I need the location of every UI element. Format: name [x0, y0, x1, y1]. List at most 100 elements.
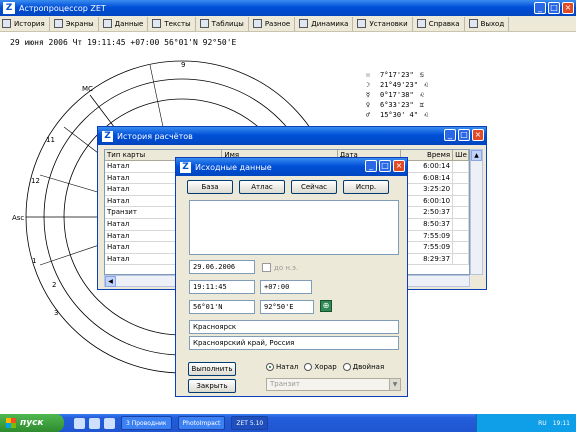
taskbar: пуск 3 Проводник PhotoImpact ZET 5.10 RU… [0, 414, 576, 432]
menu-item-label: Тексты [164, 19, 191, 28]
radio-selected-icon[interactable] [266, 363, 274, 371]
taskbar-item-zet[interactable]: ZET 5.10 [231, 416, 269, 430]
planet-position: 7°17'23" [380, 71, 414, 79]
time-field[interactable]: 19:11:45 [189, 280, 255, 294]
chevron-down-icon[interactable]: ▼ [389, 379, 400, 390]
browser-icon[interactable] [74, 417, 85, 429]
checkbox-box[interactable] [262, 263, 271, 272]
radio-horary[interactable]: Хорар [304, 363, 337, 371]
history-window-title: История расчётов [117, 131, 193, 141]
chart-type-radio-group: Натал Хорар Двойная [266, 363, 384, 371]
region-field[interactable]: Красноярский край, Россия [189, 336, 399, 350]
cell-time: 7:55:09 [401, 230, 454, 242]
history-title-bar[interactable]: Z История расчётов _ □ × [98, 127, 486, 145]
menu-item-help[interactable]: Справка [415, 16, 465, 31]
cell-time: 3:25:20 [401, 184, 454, 195]
longitude-field[interactable]: 92°50'E [260, 300, 314, 314]
menu-item-exit[interactable]: Выход [467, 16, 510, 31]
minimize-button[interactable]: _ [365, 160, 377, 172]
house-number-label: 2 [52, 281, 56, 289]
menu-item-history[interactable]: История [0, 16, 50, 31]
scroll-left-icon[interactable]: ◀ [105, 276, 116, 287]
maximize-button[interactable]: □ [379, 160, 391, 172]
globe-icon[interactable]: ⊕ [320, 300, 332, 312]
planet-position: 6°33'23" [380, 101, 414, 109]
scroll-up-icon[interactable]: ▲ [471, 150, 482, 161]
cell-time: 6:08:14 [401, 172, 454, 184]
timezone-field[interactable]: +07:00 [260, 280, 312, 294]
radio-label: Двойная [352, 363, 385, 371]
transit-select[interactable]: Транзит ▼ [266, 378, 401, 391]
radio-unselected-icon[interactable] [342, 363, 351, 371]
history-vertical-scrollbar[interactable]: ▲ [470, 149, 483, 275]
menu-item-label: Динамика [311, 19, 349, 28]
close-dialog-button[interactable]: Закрыть [188, 379, 236, 393]
quick-launch [74, 417, 115, 429]
language-indicator[interactable]: RU [538, 420, 547, 427]
moon-icon: ☽ [365, 81, 371, 89]
date-field[interactable]: 29.06.2006 [189, 260, 255, 274]
radio-unselected-icon[interactable] [304, 363, 313, 371]
menu-item-screens[interactable]: Экраны [52, 16, 99, 31]
menu-item-label: Таблицы [211, 19, 244, 28]
planet-row: ☉ 7°17'23" ♋ [362, 70, 428, 80]
now-button[interactable]: Сейчас [291, 180, 337, 194]
correct-button[interactable]: Испр. [343, 180, 389, 194]
close-button[interactable]: × [472, 129, 484, 141]
misc-icon [252, 19, 262, 28]
bc-checkbox-label: до н.э. [274, 263, 299, 272]
radio-label: Хорар [314, 363, 337, 371]
house-number-label: 11 [46, 136, 55, 144]
bc-checkbox[interactable]: до н.э. [262, 263, 298, 272]
menu-item-texts[interactable]: Тексты [150, 16, 196, 31]
minimize-button[interactable]: _ [534, 2, 546, 14]
latitude-field[interactable]: 56°01'N [189, 300, 255, 314]
menu-item-label: Выход [480, 19, 505, 28]
menu-item-tables[interactable]: Таблицы [198, 16, 249, 31]
house-number-label: 3 [54, 309, 58, 317]
data-icon [102, 19, 112, 28]
taskbar-item-explorer[interactable]: 3 Проводник [121, 416, 172, 430]
input-data-title-bar[interactable]: Z Исходные данные _ □ × [176, 158, 407, 176]
menu-item-label: Данные [114, 19, 144, 28]
desktop-icon[interactable] [104, 417, 115, 429]
tables-icon [199, 19, 209, 28]
menu-item-misc[interactable]: Разное [251, 16, 296, 31]
planet-positions-list: ☉ 7°17'23" ♋ ☽ 21°49'23" ♌ ☿ 0°17'38" ♌ ♀ 6°33'… [362, 70, 428, 120]
help-icon [416, 19, 426, 28]
cell-time: 6:00:10 [401, 195, 454, 207]
screens-icon [53, 19, 63, 28]
radio-natal[interactable]: Натал [266, 363, 298, 371]
close-button[interactable]: × [562, 2, 574, 14]
media-player-icon[interactable] [89, 417, 100, 429]
menu-item-dynamics[interactable]: Динамика [297, 16, 354, 31]
menu-bar: История Экраны Данные Тексты Таблицы Раз… [0, 16, 576, 32]
transit-select-value: Транзит [270, 380, 300, 388]
minimize-button[interactable]: _ [444, 129, 456, 141]
city-field[interactable]: Красноярск [189, 320, 399, 334]
start-button[interactable]: пуск [0, 414, 64, 432]
mc-label: MC [82, 85, 93, 93]
zet-app-icon: Z [102, 130, 113, 142]
maximize-button[interactable]: □ [548, 2, 560, 14]
close-button[interactable]: × [393, 160, 405, 172]
menu-item-label: Установки [369, 19, 408, 28]
menu-item-settings[interactable]: Установки [355, 16, 413, 31]
cell-time: 6:00:14 [401, 161, 454, 172]
planet-position: 15°30' 4" [380, 111, 418, 119]
planet-row: ♀ 6°33'23" ♊ [362, 100, 428, 110]
main-title-bar: Z Астропроцессор ZET _ □ × [0, 0, 576, 16]
menu-item-data[interactable]: Данные [101, 16, 149, 31]
execute-button[interactable]: Выполнить [188, 362, 236, 376]
house-number-label: 1 [32, 257, 36, 265]
radio-double[interactable]: Двойная [342, 363, 385, 371]
column-header-time[interactable]: Время [401, 150, 454, 160]
column-header-latitude[interactable]: Ше [453, 150, 469, 160]
main-window-title: Астропроцессор ZET [19, 3, 106, 13]
database-button[interactable]: База [187, 180, 233, 194]
taskbar-item-photoimpact[interactable]: PhotoImpact [177, 416, 226, 430]
name-textarea[interactable] [189, 200, 399, 255]
maximize-button[interactable]: □ [458, 129, 470, 141]
texts-icon [152, 19, 162, 28]
atlas-button[interactable]: Атлас [239, 180, 285, 194]
